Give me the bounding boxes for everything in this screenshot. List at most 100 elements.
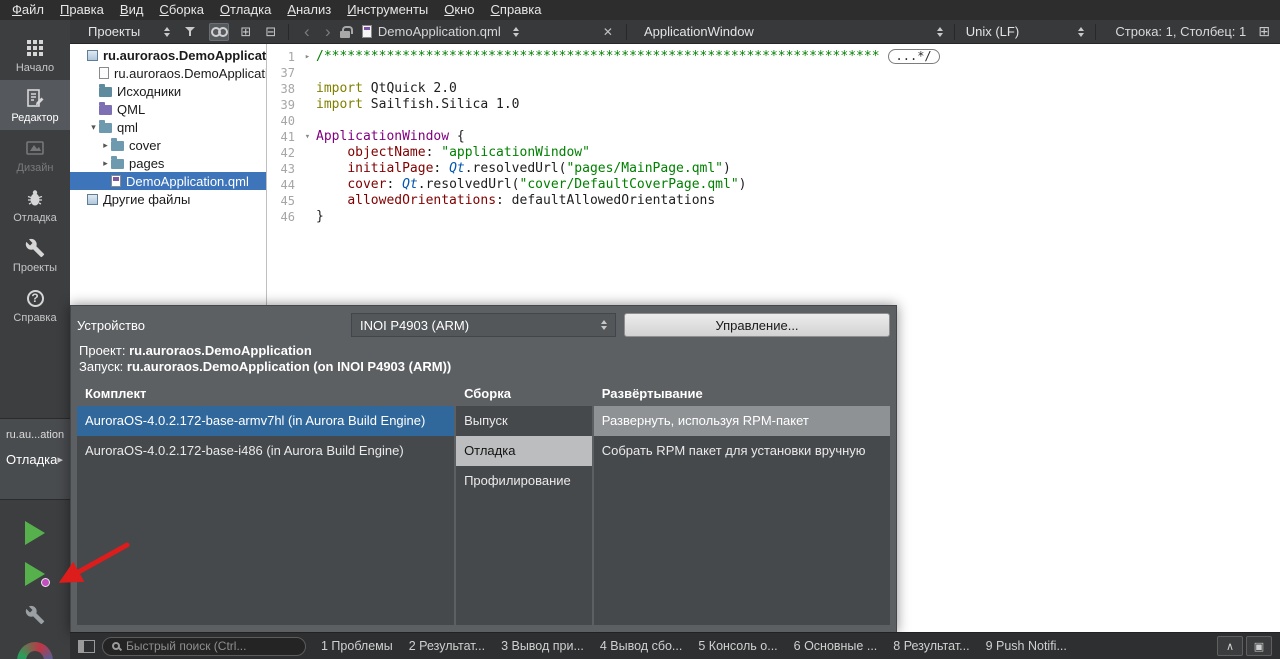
output-pane-button[interactable]: 2 Результат... <box>401 633 493 659</box>
line-ending-value: Unix (LF) <box>966 24 1019 39</box>
kit-selector-popup: Устройство INOI P4903 (ARM) Управление..… <box>70 305 897 633</box>
tree-item[interactable]: ru.auroraos.DemoApplicatio <box>70 46 266 64</box>
close-pane-icon[interactable]: ⊟ <box>262 23 279 41</box>
mode-design[interactable]: Дизайн <box>0 130 70 180</box>
code-line[interactable]: 38import QtQuick 2.0 <box>267 81 1280 97</box>
fold-marker-icon[interactable]: ▸ <box>299 49 316 65</box>
expander-icon[interactable]: ▸ <box>100 158 111 169</box>
projects-mode-icon <box>24 237 46 259</box>
code-line[interactable]: 37 <box>267 65 1280 81</box>
expander-icon[interactable]: ▾ <box>88 122 99 133</box>
option-row[interactable]: Выпуск <box>456 406 592 436</box>
tree-item[interactable]: ru.auroraos.DemoApplicatio <box>70 64 266 82</box>
forward-icon[interactable]: › <box>319 23 336 41</box>
document-tab[interactable]: DemoApplication.qml <box>362 24 597 39</box>
search-input[interactable] <box>126 639 296 653</box>
popup-column: КомплектAuroraOS-4.0.2.172-base-armv7hl … <box>77 382 454 625</box>
menu-item[interactable]: Отладка <box>212 0 279 20</box>
code-line[interactable]: 45 allowedOrientations: defaultAllowedOr… <box>267 193 1280 209</box>
output-pane-button[interactable]: 3 Вывод при... <box>493 633 592 659</box>
manage-devices-button[interactable]: Управление... <box>624 313 890 337</box>
toggle-sidebar-icon[interactable] <box>78 640 95 653</box>
add-pane-icon[interactable]: ⊞ <box>237 23 254 41</box>
menu-item[interactable]: Правка <box>52 0 112 20</box>
menu-item[interactable]: Сборка <box>151 0 212 20</box>
mode-debug[interactable]: Отладка <box>0 180 70 230</box>
deploy-button[interactable] <box>17 600 53 630</box>
option-row[interactable]: Профилирование <box>456 466 592 496</box>
welcome-mode-icon <box>24 37 46 59</box>
split-editor-icon[interactable]: ⊞ <box>1258 23 1270 40</box>
pane-selector[interactable]: Проекты <box>84 21 174 43</box>
folder-src-icon <box>99 87 112 97</box>
fold-placeholder[interactable]: ...*/ <box>888 49 940 64</box>
tree-item-label: Исходники <box>117 84 181 99</box>
mode-edit[interactable]: Редактор <box>0 80 70 130</box>
tree-item[interactable]: ▾qml <box>70 118 266 136</box>
expand-output-icon[interactable]: ∧ <box>1217 636 1243 656</box>
output-pane-button[interactable]: 6 Основные ... <box>786 633 886 659</box>
code-line[interactable]: 41▾ApplicationWindow { <box>267 129 1280 145</box>
code-line[interactable]: 1▸/*************************************… <box>267 49 1280 65</box>
tree-item[interactable]: Исходники <box>70 82 266 100</box>
option-row[interactable]: Развернуть, используя RPM-пакет <box>594 406 890 436</box>
output-pane-button[interactable]: 4 Вывод сбо... <box>592 633 690 659</box>
option-row[interactable]: Отладка <box>456 436 592 466</box>
option-row[interactable]: Собрать RPM пакет для установки вручную <box>594 436 890 466</box>
close-document-icon[interactable]: ✕ <box>603 25 613 39</box>
back-icon[interactable]: ‹ <box>298 23 315 41</box>
link-with-editor-icon[interactable] <box>209 23 229 41</box>
kit-project-label: ru.au...ation <box>6 429 64 441</box>
mode-welcome[interactable]: Начало <box>0 30 70 80</box>
menu-item[interactable]: Справка <box>483 0 550 20</box>
project-value: ru.auroraos.DemoApplication <box>129 343 312 358</box>
start-debugging-button[interactable] <box>17 559 53 589</box>
tree-item[interactable]: DemoApplication.qml <box>70 172 266 190</box>
device-combobox[interactable]: INOI P4903 (ARM) <box>351 313 616 337</box>
popup-column: СборкаВыпускОтладкаПрофилирование <box>456 382 592 625</box>
symbol-selector[interactable]: ApplicationWindow <box>640 21 947 43</box>
fold-marker-icon <box>299 177 316 193</box>
mode-help[interactable]: ?Справка <box>0 280 70 330</box>
code-line[interactable]: 40 <box>267 113 1280 129</box>
code-line[interactable]: 44 cover: Qt.resolvedUrl("cover/DefaultC… <box>267 177 1280 193</box>
symbol-selector-value: ApplicationWindow <box>644 24 754 39</box>
tree-item[interactable]: ▸pages <box>70 154 266 172</box>
menu-item[interactable]: Файл <box>4 0 52 20</box>
output-pane-button[interactable]: 1 Проблемы <box>313 633 401 659</box>
menu-item[interactable]: Вид <box>112 0 152 20</box>
code-line[interactable]: 39import Sailfish.Silica 1.0 <box>267 97 1280 113</box>
filter-icon[interactable] <box>184 25 201 38</box>
bug-icon <box>41 578 50 587</box>
kit-selector-button[interactable]: ru.au...ation Отладка ▸ <box>0 418 70 500</box>
locator-search[interactable] <box>102 637 306 656</box>
chevron-updown-icon <box>937 27 943 37</box>
tree-item-label: ru.auroraos.DemoApplicatio <box>103 48 267 63</box>
tree-item[interactable]: ▸cover <box>70 136 266 154</box>
fold-marker-icon[interactable]: ▾ <box>299 129 316 145</box>
menu-item[interactable]: Окно <box>436 0 482 20</box>
line-number: 41 <box>267 129 299 145</box>
tree-item[interactable]: Другие файлы <box>70 190 266 208</box>
aurora-logo-icon <box>17 642 53 659</box>
code-line[interactable]: 46} <box>267 209 1280 225</box>
code-line[interactable]: 42 objectName: "applicationWindow" <box>267 145 1280 161</box>
option-row[interactable]: AuroraOS-4.0.2.172-base-i486 (in Aurora … <box>77 436 454 466</box>
output-pane-button[interactable]: 8 Результат... <box>885 633 977 659</box>
mode-label: Справка <box>13 312 56 324</box>
output-pane-button[interactable]: 5 Консоль о... <box>690 633 785 659</box>
expander-icon[interactable]: ▸ <box>100 140 111 151</box>
mode-projects[interactable]: Проекты <box>0 230 70 280</box>
tree-item[interactable]: QML <box>70 100 266 118</box>
run-button[interactable] <box>17 518 53 548</box>
maximize-output-icon[interactable]: ▣ <box>1246 636 1272 656</box>
menu-item[interactable]: Анализ <box>279 0 339 20</box>
option-row[interactable]: AuroraOS-4.0.2.172-base-armv7hl (in Auro… <box>77 406 454 436</box>
code-line[interactable]: 43 initialPage: Qt.resolvedUrl("pages/Ma… <box>267 161 1280 177</box>
menu-item[interactable]: Инструменты <box>339 0 436 20</box>
output-pane-button[interactable]: 9 Push Notifi... <box>978 633 1075 659</box>
aurora-logo[interactable] <box>17 641 53 659</box>
tree-item-label: ru.auroraos.DemoApplicatio <box>114 66 267 81</box>
line-ending-selector[interactable]: Unix (LF) <box>962 21 1089 43</box>
device-label: Устройство <box>77 318 343 333</box>
